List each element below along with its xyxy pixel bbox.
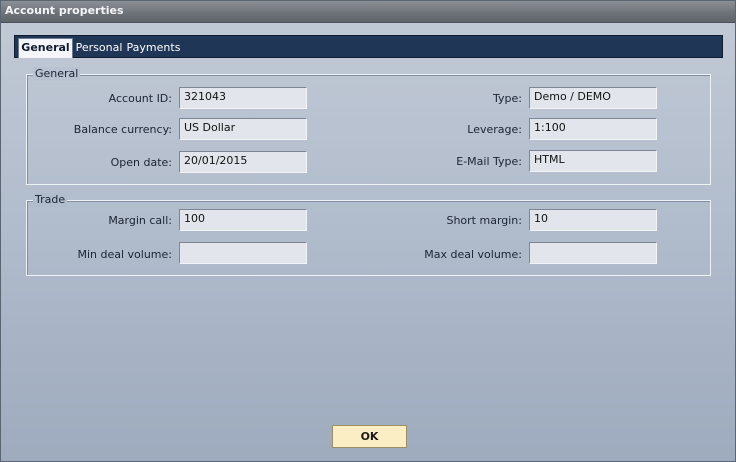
open-date-label: Open date: (110, 156, 172, 169)
leverage-label: Leverage: (467, 123, 522, 136)
leverage-field[interactable]: 1:100 (529, 118, 657, 140)
balance-currency-field[interactable]: US Dollar (179, 118, 307, 140)
type-label: Type: (493, 92, 522, 105)
tab-personal[interactable]: Personal (75, 39, 123, 58)
tab-bar: General Personal Payments (14, 35, 723, 58)
tab-general[interactable]: General (18, 38, 73, 58)
max-deal-volume-field[interactable] (529, 242, 657, 264)
tab-payments[interactable]: Payments (126, 39, 181, 58)
short-margin-label: Short margin: (446, 214, 522, 227)
max-deal-volume-label: Max deal volume: (424, 248, 522, 261)
min-deal-volume-label: Min deal volume: (77, 248, 172, 261)
account-id-label: Account ID: (108, 92, 172, 105)
min-deal-volume-field[interactable] (179, 242, 307, 264)
open-date-field[interactable]: 20/01/2015 (179, 151, 307, 173)
general-group-label: General (33, 67, 81, 81)
trade-group-label: Trade (33, 193, 68, 207)
title-bar[interactable]: Account properties (1, 1, 735, 23)
email-type-label: E-Mail Type: (456, 155, 522, 168)
window-title: Account properties (5, 4, 124, 17)
account-properties-window: Account properties General Personal Paym… (0, 0, 736, 462)
balance-currency-label: Balance currency: (73, 123, 172, 136)
ok-button[interactable]: OK (332, 425, 407, 448)
type-field[interactable]: Demo / DEMO (529, 87, 657, 109)
margin-call-field[interactable]: 100 (179, 209, 307, 231)
email-type-field[interactable]: HTML (529, 150, 657, 172)
account-id-field[interactable]: 321043 (179, 87, 307, 109)
margin-call-label: Margin call: (108, 214, 172, 227)
short-margin-field[interactable]: 10 (529, 209, 657, 231)
